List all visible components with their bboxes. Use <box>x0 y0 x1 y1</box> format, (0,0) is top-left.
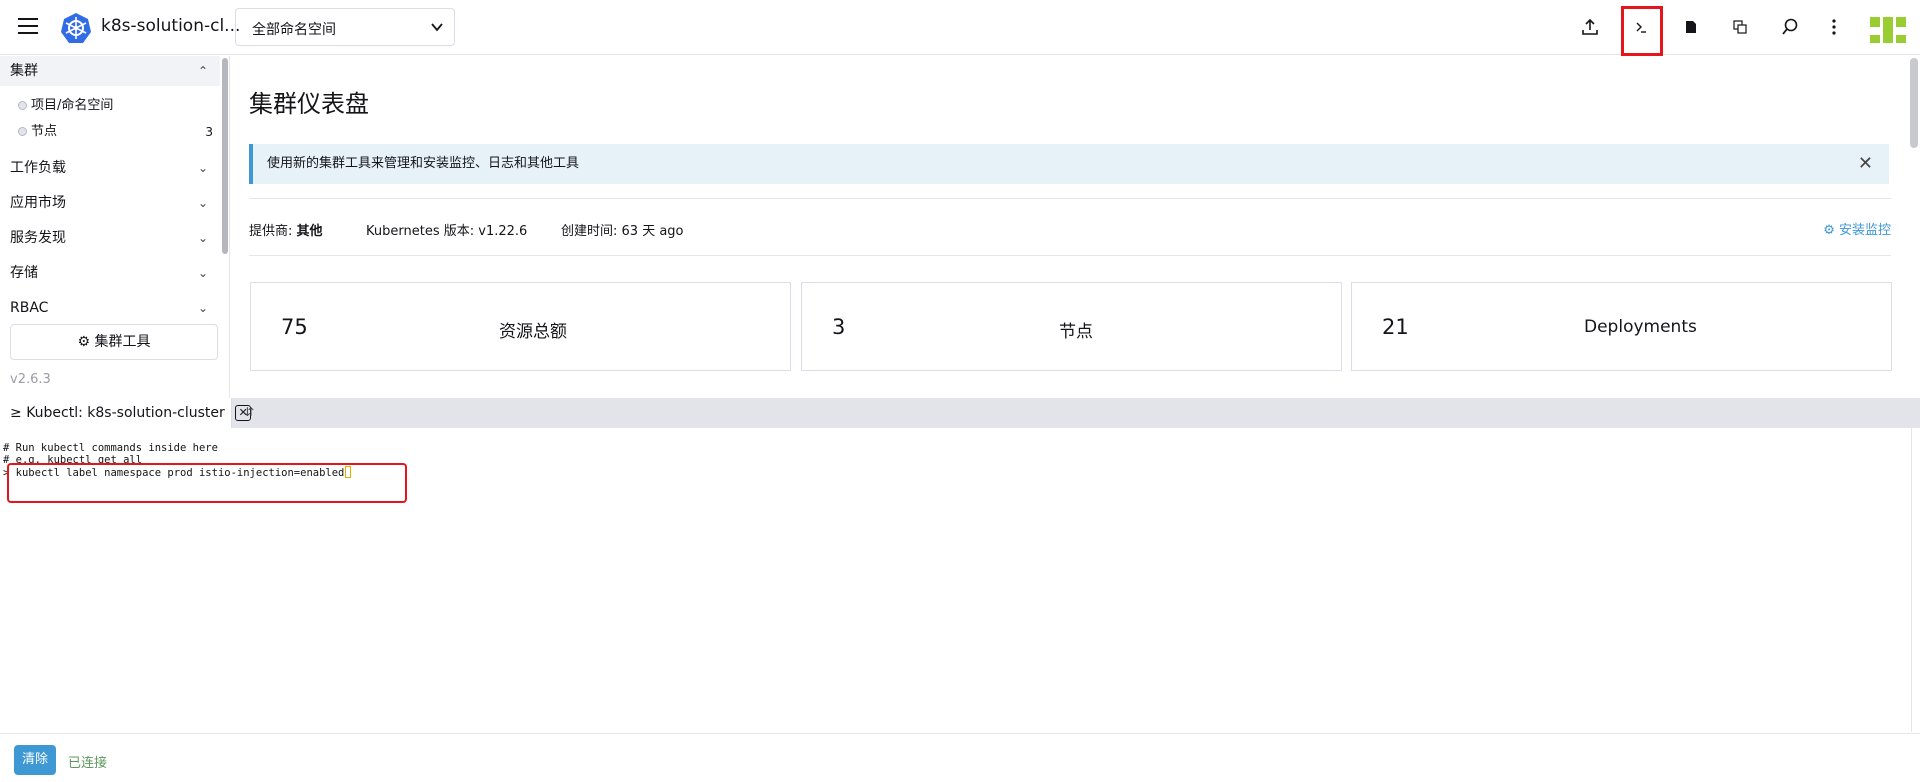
divider <box>249 198 1891 199</box>
sidebar-group-label: 集群 <box>10 63 38 79</box>
chevron-down-icon: ⌄ <box>197 231 208 245</box>
sidebar-group-label: 工作负载 <box>10 160 66 176</box>
chevron-up-icon: ⌃ <box>197 64 208 78</box>
resize-handle-icon[interactable]: ⇵ <box>244 405 254 419</box>
sidebar-group-workloads[interactable]: 工作负载 ⌄ <box>0 153 220 183</box>
sidebar-group-label: 存储 <box>10 265 38 281</box>
hamburger-menu-icon[interactable] <box>18 18 38 34</box>
stat-label: Deployments <box>1584 317 1697 337</box>
status-dot-icon <box>18 127 27 136</box>
user-avatar[interactable] <box>1870 13 1906 45</box>
shell-tab-bar: ≥ Kubectl: k8s-solution-cluster ✕ ⇵ <box>0 398 1920 428</box>
sidebar-group-label: 服务发现 <box>10 230 66 246</box>
close-icon[interactable]: ✕ <box>1858 144 1873 184</box>
sidebar-group-label: RBAC <box>10 300 49 313</box>
upload-icon[interactable] <box>1578 15 1602 39</box>
namespace-select-value: 全部命名空间 <box>252 22 336 38</box>
page-title: 集群仪表盘 <box>249 90 369 118</box>
sidebar-item-label: 项目/命名空间 <box>31 98 114 113</box>
chevron-down-icon: ⌄ <box>197 266 208 280</box>
info-banner: 使用新的集群工具来管理和安装监控、日志和其他工具 ✕ <box>249 144 1889 184</box>
cluster-name[interactable]: k8s-solution-cl... <box>101 16 240 36</box>
chevron-down-icon: ⌄ <box>197 196 208 210</box>
install-monitoring-link[interactable]: ⚙ 安装监控 <box>1823 219 1891 238</box>
sidebar-group-service-discovery[interactable]: 服务发现 ⌄ <box>0 223 220 253</box>
install-monitoring-label: 安装监控 <box>1838 223 1891 238</box>
created-value: 63 天 ago <box>621 224 684 239</box>
provider-label: 提供商: <box>249 224 293 239</box>
kubernetes-logo-icon <box>61 13 91 43</box>
divider <box>249 255 1891 256</box>
sidebar: 集群 ⌃ 项目/命名空间 节点 3 工作负载 ⌄ 应用市场 ⌄ 服务发现 ⌄ 存储 ⌄ … <box>0 56 230 398</box>
status-dot-icon <box>18 101 27 110</box>
gear-icon: ⚙ <box>1823 223 1835 238</box>
nodes-count: 3 <box>205 125 213 139</box>
chevron-down-icon: ⌄ <box>197 161 208 175</box>
terminal-scrollbar[interactable] <box>1911 428 1920 732</box>
gear-icon: ⚙ <box>77 334 91 350</box>
file-icon[interactable] <box>1679 15 1703 39</box>
stat-card-deployments[interactable]: 21 Deployments <box>1351 282 1892 371</box>
kubectl-button-highlight <box>1621 6 1663 56</box>
terminal[interactable]: # Run kubectl commands inside here # e.g… <box>0 428 1920 732</box>
connection-status: 已连接 <box>68 756 108 771</box>
sidebar-group-rbac[interactable]: RBAC ⌄ <box>0 293 220 313</box>
shell-footer: 清除 已连接 <box>0 733 1920 782</box>
k8s-version-label: Kubernetes 版本: <box>366 224 475 239</box>
shell-tab[interactable]: ≥ Kubectl: k8s-solution-cluster ✕ <box>0 398 252 428</box>
version-label: v2.6.3 <box>10 372 51 387</box>
stat-card-nodes[interactable]: 3 节点 <box>801 282 1342 371</box>
provider-meta: 提供商: 其他 <box>249 220 323 239</box>
main-content: 集群仪表盘 使用新的集群工具来管理和安装监控、日志和其他工具 ✕ 提供商: 其他… <box>231 56 1920 398</box>
top-header: k8s-solution-cl... 全部命名空间 <box>0 0 1920 56</box>
sidebar-scrollbar[interactable] <box>222 58 228 254</box>
banner-text: 使用新的集群工具来管理和安装监控、日志和其他工具 <box>267 156 580 171</box>
created-meta: 创建时间: 63 天 ago <box>561 220 684 239</box>
kubectl-shell-icon: ≥ <box>10 405 22 421</box>
copy-icon[interactable] <box>1728 15 1752 39</box>
namespace-select[interactable]: 全部命名空间 <box>235 8 455 46</box>
sidebar-item-nodes[interactable]: 节点 3 <box>18 119 213 145</box>
stat-card-resources[interactable]: 75 资源总额 <box>250 282 791 371</box>
chevron-down-icon <box>431 23 443 32</box>
stat-label: 节点 <box>1059 322 1093 342</box>
stat-value: 21 <box>1382 315 1409 339</box>
cluster-tools-label: 集群工具 <box>94 334 151 350</box>
cluster-tools-button[interactable]: ⚙ 集群工具 <box>10 324 218 360</box>
clear-button[interactable]: 清除 <box>14 745 56 775</box>
stat-value: 75 <box>281 315 308 339</box>
terminal-line: # Run kubectl commands inside here <box>3 442 218 454</box>
search-icon[interactable] <box>1778 15 1802 39</box>
sidebar-group-cluster[interactable]: 集群 ⌃ <box>0 56 220 86</box>
k8s-version-meta: Kubernetes 版本: v1.22.6 <box>366 220 527 239</box>
sidebar-group-storage[interactable]: 存储 ⌄ <box>0 258 220 288</box>
stat-label: 资源总额 <box>499 322 567 342</box>
sidebar-item-namespaces[interactable]: 项目/命名空间 <box>18 93 213 119</box>
sidebar-group-label: 应用市场 <box>10 195 66 211</box>
command-highlight <box>7 463 407 503</box>
shell-tab-label: Kubectl: k8s-solution-cluster <box>26 405 225 421</box>
stat-value: 3 <box>832 315 846 339</box>
sidebar-group-apps[interactable]: 应用市场 ⌄ <box>0 188 220 218</box>
main-scrollbar[interactable] <box>1910 58 1918 148</box>
sidebar-item-label: 节点 <box>31 124 58 139</box>
chevron-down-icon: ⌄ <box>197 301 208 313</box>
created-label: 创建时间: <box>561 224 618 239</box>
provider-value: 其他 <box>296 224 323 239</box>
more-vertical-icon[interactable] <box>1822 15 1846 39</box>
k8s-version-value: v1.22.6 <box>478 224 528 239</box>
